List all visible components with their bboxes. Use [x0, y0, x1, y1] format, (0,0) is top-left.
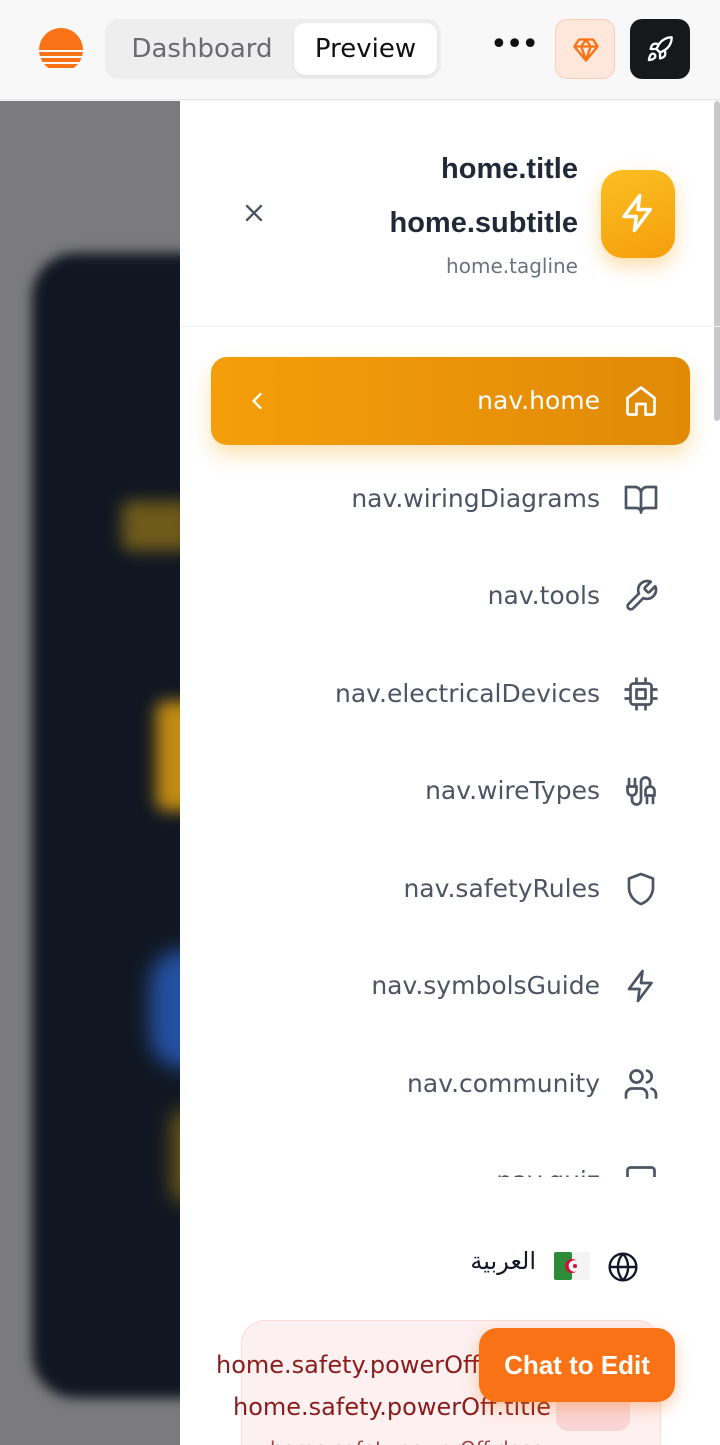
- nav-item-label: nav.electricalDevices: [335, 679, 600, 708]
- nav-item-home[interactable]: nav.home: [211, 357, 690, 445]
- cable-icon: [626, 776, 656, 806]
- nav-item-electrical-devices[interactable]: nav.electricalDevices: [211, 650, 690, 738]
- publish-button[interactable]: [630, 19, 690, 79]
- monitor-icon: [626, 1166, 656, 1177]
- wrench-icon: [626, 579, 658, 611]
- drawer-subtitle: home.subtitle: [389, 207, 578, 239]
- nav-item-label: nav.wireTypes: [425, 776, 600, 805]
- bolt-icon: [622, 193, 652, 233]
- nav-item-label: nav.community: [407, 1069, 600, 1098]
- nav-item-label: nav.quiz: [496, 1137, 600, 1177]
- tab-preview[interactable]: Preview: [294, 23, 437, 75]
- book-icon: [624, 485, 658, 514]
- language-switcher[interactable]: العربية: [180, 1235, 720, 1299]
- nav-item-label: nav.wiringDiagrams: [351, 484, 600, 513]
- app-logo-icon[interactable]: [38, 27, 84, 73]
- upgrade-button[interactable]: [555, 19, 615, 79]
- view-tabs: Dashboard Preview: [105, 19, 441, 79]
- cpu-icon: [624, 677, 658, 711]
- nav-item-label: nav.safetyRules: [403, 874, 600, 903]
- chevron-left-icon: [251, 392, 262, 410]
- nav-item-wiring-diagrams[interactable]: nav.wiringDiagrams: [211, 455, 690, 543]
- users-icon: [624, 1069, 658, 1099]
- tab-dashboard[interactable]: Dashboard: [109, 23, 295, 75]
- nav-item-label: nav.tools: [487, 581, 600, 610]
- app-badge: [601, 170, 675, 258]
- top-bar: Dashboard Preview •••: [0, 0, 720, 100]
- globe-icon: [608, 1252, 638, 1282]
- nav-item-symbols-guide[interactable]: nav.symbolsGuide: [211, 942, 690, 1030]
- close-icon[interactable]: [240, 199, 268, 227]
- drawer-header: home.title home.subtitle home.tagline: [180, 101, 720, 327]
- algeria-flag-icon: [554, 1252, 590, 1280]
- nav-item-tools[interactable]: nav.tools: [211, 552, 690, 640]
- nav-item-quiz[interactable]: nav.quiz: [211, 1137, 690, 1177]
- safety-desc: home.safety.powerOff.desc: [270, 1437, 690, 1445]
- chat-to-edit-button[interactable]: Chat to Edit: [479, 1328, 675, 1402]
- nav-item-wire-types[interactable]: nav.wireTypes: [211, 747, 690, 835]
- drawer-tagline: home.tagline: [446, 254, 578, 278]
- nav-item-community[interactable]: nav.community: [211, 1040, 690, 1128]
- nav-item-label: nav.symbolsGuide: [371, 971, 600, 1000]
- language-label: العربية: [470, 1247, 536, 1275]
- drawer-title: home.title: [441, 153, 578, 185]
- rocket-icon: [647, 36, 673, 62]
- drawer-nav: nav.home nav.wiringDiagrams nav.tools na…: [180, 327, 720, 1177]
- gem-icon: [573, 38, 599, 62]
- home-icon: [626, 386, 656, 416]
- nav-drawer: home.title home.subtitle home.tagline na…: [180, 101, 720, 1445]
- shield-icon: [627, 872, 655, 906]
- nav-item-label: nav.home: [477, 386, 600, 415]
- nav-item-safety-rules[interactable]: nav.safetyRules: [211, 845, 690, 933]
- bolt-icon: [627, 969, 653, 1003]
- more-options-button[interactable]: •••: [490, 30, 539, 70]
